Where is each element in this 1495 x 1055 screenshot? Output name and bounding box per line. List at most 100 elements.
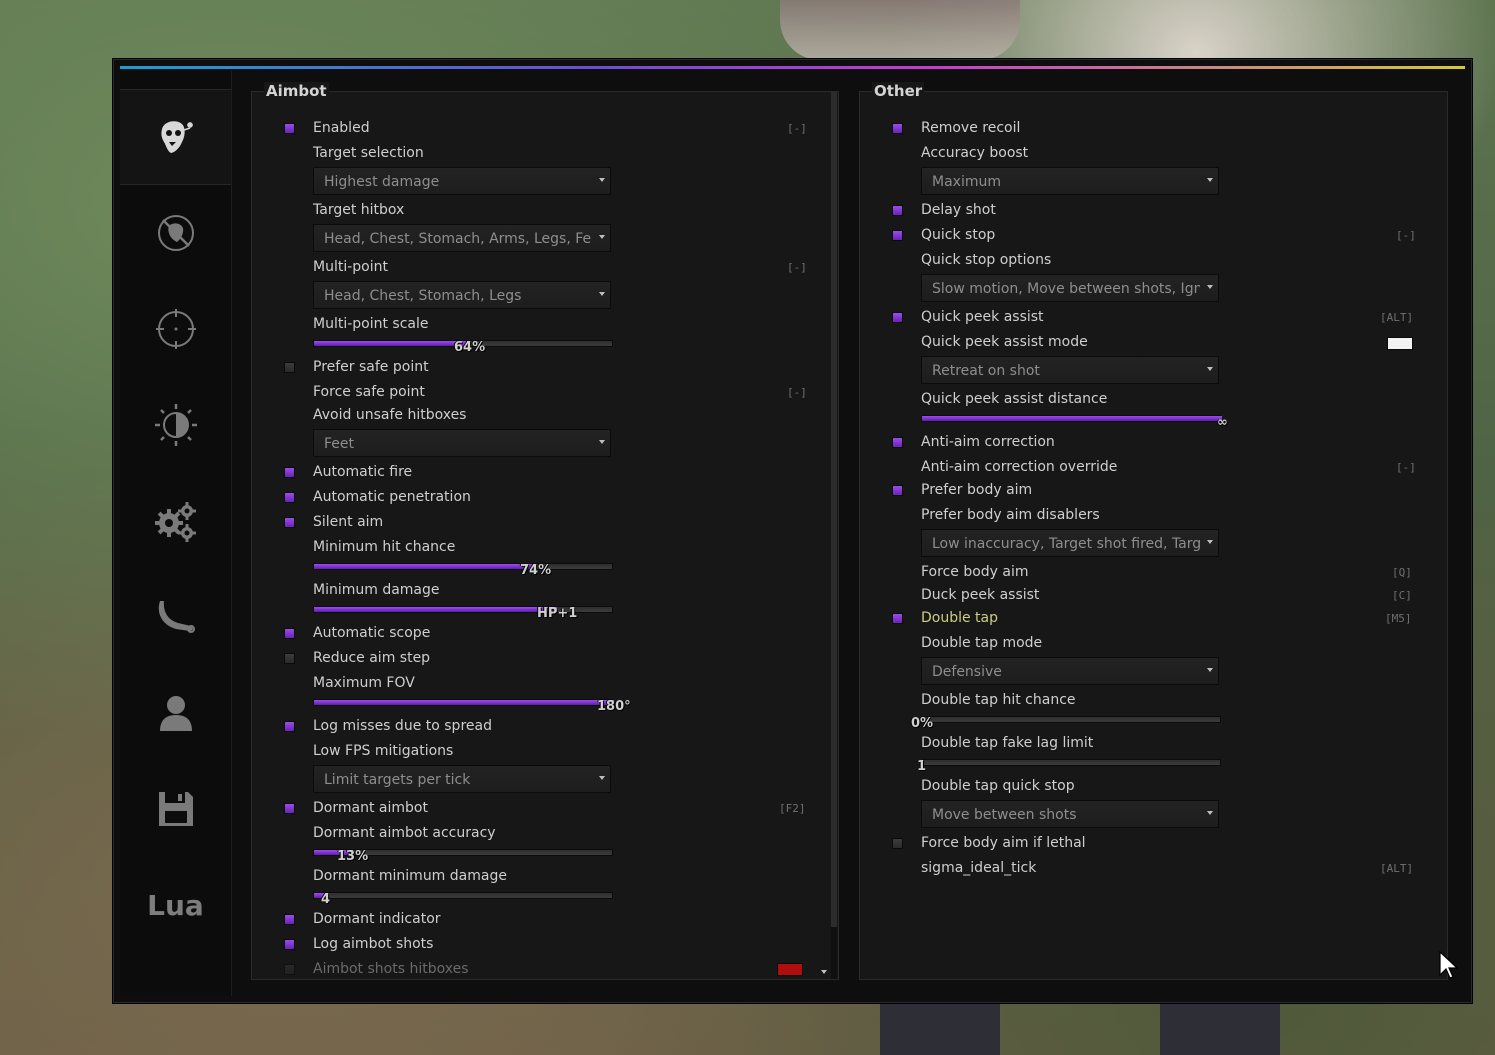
knife-icon [158, 601, 195, 633]
aimbot-shots-hitboxes-color-swatch[interactable] [777, 963, 803, 976]
prefer-body-aim-disablers-label: Prefer body aim disablers [921, 507, 1100, 523]
quick-stop-checkbox[interactable] [892, 230, 903, 241]
maximum-fov-label: Maximum FOV [313, 675, 415, 691]
remove-recoil-label: Remove recoil [921, 120, 1021, 136]
tab-misc[interactable] [120, 473, 231, 569]
dormant-indicator-checkbox[interactable] [284, 914, 295, 925]
dormant-aimbot-hotkey[interactable]: [F2] [779, 802, 806, 815]
maximum-fov-slider[interactable]: 180° [313, 699, 631, 714]
aimbot-shots-hitboxes-checkbox[interactable] [284, 964, 295, 975]
target-selection-label: Target selection [313, 145, 424, 161]
aimbot-scrollbar[interactable] [831, 92, 837, 979]
target-selection-dropdown[interactable]: Highest damage [313, 167, 611, 195]
chevron-down-icon [1207, 811, 1213, 815]
prefer-safe-point-label: Prefer safe point [313, 359, 429, 375]
quick-peek-assist-hotkey[interactable]: [ALT] [1380, 311, 1413, 324]
anti-aim-correction-override-hotkey[interactable]: [-] [1396, 461, 1416, 474]
dormant-minimum-damage-value: 4 [321, 892, 331, 907]
force-body-aim-if-lethal-checkbox[interactable] [892, 838, 903, 849]
anti-aim-correction-override-label: Anti-aim correction override [921, 459, 1118, 475]
double-tap-mode-dropdown[interactable]: Defensive [921, 657, 1219, 685]
prefer-safe-point-checkbox[interactable] [284, 362, 295, 373]
slider-fill [314, 607, 557, 612]
quick-stop-options-dropdown[interactable]: Slow motion, Move between shots, Ignore … [921, 274, 1219, 302]
quick-peek-assist-checkbox[interactable] [892, 312, 903, 323]
quick-peek-assist-mode-dropdown[interactable]: Retreat on shot [921, 356, 1219, 384]
dormant-minimum-damage-slider[interactable]: 4 [313, 892, 613, 907]
prefer-body-aim-checkbox[interactable] [892, 485, 903, 496]
low-fps-mitigations-dropdown[interactable]: Limit targets per tick [313, 765, 611, 793]
remove-recoil-checkbox[interactable] [892, 123, 903, 134]
dormant-aimbot-accuracy-slider[interactable]: 13% [313, 849, 613, 864]
force-safe-point-hotkey[interactable]: [-] [787, 386, 807, 399]
log-misses-checkbox[interactable] [284, 721, 295, 732]
double-tap-checkbox[interactable] [892, 613, 903, 624]
crosshair-icon [155, 309, 196, 349]
enabled-checkbox[interactable] [284, 123, 295, 134]
chevron-down-icon [599, 235, 605, 239]
tab-visuals[interactable] [120, 377, 231, 473]
delay-shot-checkbox[interactable] [892, 205, 903, 216]
quick-stop-hotkey[interactable]: [-] [1396, 229, 1416, 242]
double-tap-quick-stop-label: Double tap quick stop [921, 778, 1075, 794]
slider-fill [314, 700, 614, 705]
minimum-hit-chance-slider[interactable]: 74% [313, 563, 613, 578]
quick-peek-color-swatch[interactable] [1387, 337, 1413, 350]
tab-ragebot[interactable] [120, 89, 231, 185]
sigma-ideal-tick-label: sigma_ideal_tick [921, 860, 1037, 876]
background-character-leg [880, 1000, 1000, 1055]
tab-skins[interactable] [120, 569, 231, 665]
avoid-unsafe-hitboxes-dropdown[interactable]: Feet [313, 429, 611, 457]
chevron-down-icon [1207, 367, 1213, 371]
aimbot-scrollbar-thumb[interactable] [831, 92, 837, 927]
reduce-aim-step-label: Reduce aim step [313, 650, 431, 666]
log-aimbot-shots-label: Log aimbot shots [313, 936, 434, 952]
double-tap-fake-lag-limit-slider[interactable]: 1 [917, 759, 1221, 774]
quick-peek-assist-distance-slider[interactable]: ∞ [921, 415, 1228, 430]
delay-shot-label: Delay shot [921, 202, 996, 218]
tab-lua[interactable]: Lua [120, 857, 231, 953]
quick-stop-options-label: Quick stop options [921, 252, 1052, 268]
double-tap-quick-stop-value: Move between shots [932, 807, 1077, 823]
tab-legitbot[interactable] [120, 281, 231, 377]
mouse-cursor-icon [1439, 951, 1459, 979]
enabled-label: Enabled [313, 120, 370, 136]
quick-stop-label: Quick stop [921, 227, 996, 243]
double-tap-quick-stop-dropdown[interactable]: Move between shots [921, 800, 1219, 828]
anti-aim-correction-checkbox[interactable] [892, 437, 903, 448]
target-hitbox-dropdown[interactable]: Head, Chest, Stomach, Arms, Legs, Feet [313, 224, 611, 252]
accuracy-boost-dropdown[interactable]: Maximum [921, 167, 1219, 195]
tab-anti-aim[interactable] [120, 185, 231, 281]
sigma-ideal-tick-hotkey[interactable]: [ALT] [1380, 862, 1413, 875]
automatic-penetration-checkbox[interactable] [284, 492, 295, 503]
multi-point-hotkey[interactable]: [-] [787, 261, 807, 274]
floppy-disk-icon [158, 792, 193, 826]
tab-players[interactable] [120, 665, 231, 761]
dormant-indicator-label: Dormant indicator [313, 911, 441, 927]
automatic-fire-checkbox[interactable] [284, 467, 295, 478]
duck-peek-assist-hotkey[interactable]: [C] [1392, 589, 1412, 602]
avoid-unsafe-hitboxes-value: Feet [324, 436, 355, 452]
quick-peek-assist-label: Quick peek assist [921, 309, 1044, 325]
force-safe-point-label: Force safe point [313, 384, 425, 400]
prefer-body-aim-disablers-dropdown[interactable]: Low inaccuracy, Target shot fired, Targe… [921, 529, 1219, 557]
double-tap-hit-chance-label: Double tap hit chance [921, 692, 1076, 708]
cheat-menu-window: Lua Aimbot Other [113, 59, 1472, 1003]
tab-config[interactable] [120, 761, 231, 857]
slider-fill [922, 416, 1222, 421]
log-aimbot-shots-checkbox[interactable] [284, 939, 295, 950]
double-tap-hit-chance-slider[interactable]: 0% [911, 716, 1221, 731]
automatic-scope-checkbox[interactable] [284, 628, 295, 639]
force-body-aim-hotkey[interactable]: [Q] [1392, 566, 1412, 579]
minimum-damage-slider[interactable]: HP+1 [313, 606, 613, 621]
silent-aim-checkbox[interactable] [284, 517, 295, 528]
multi-point-scale-slider[interactable]: 64% [313, 340, 613, 355]
double-tap-fake-lag-limit-value: 1 [917, 759, 927, 774]
double-tap-hotkey[interactable]: [M5] [1385, 612, 1412, 625]
reduce-aim-step-checkbox[interactable] [284, 653, 295, 664]
accent-gradient-bar [120, 66, 1465, 69]
quick-peek-assist-mode-value: Retreat on shot [932, 363, 1040, 379]
dormant-aimbot-checkbox[interactable] [284, 803, 295, 814]
enabled-hotkey[interactable]: [-] [787, 122, 807, 135]
multi-point-dropdown[interactable]: Head, Chest, Stomach, Legs [313, 281, 611, 309]
